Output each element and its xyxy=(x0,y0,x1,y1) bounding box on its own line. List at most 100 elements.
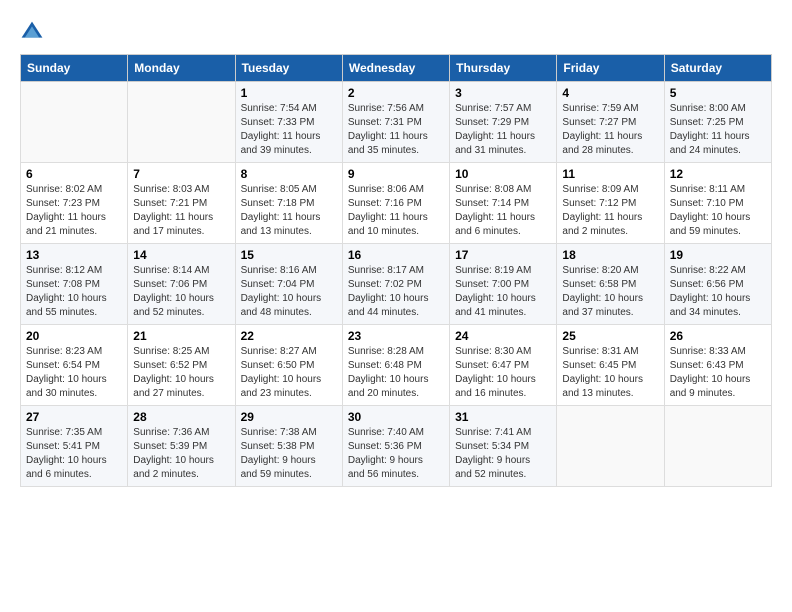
day-info: Sunrise: 8:23 AM Sunset: 6:54 PM Dayligh… xyxy=(26,345,122,401)
day-number: 10 xyxy=(455,167,551,181)
day-info: Sunrise: 7:35 AM Sunset: 5:41 PM Dayligh… xyxy=(26,426,122,482)
day-number: 12 xyxy=(670,167,766,181)
weekday-header-wednesday: Wednesday xyxy=(342,55,449,82)
calendar-cell: 29 Sunrise: 7:38 AM Sunset: 5:38 PM Dayli… xyxy=(235,406,342,487)
day-info: Sunrise: 8:12 AM Sunset: 7:08 PM Dayligh… xyxy=(26,264,122,320)
day-info: Sunrise: 8:16 AM Sunset: 7:04 PM Dayligh… xyxy=(241,264,337,320)
day-info: Sunrise: 7:38 AM Sunset: 5:38 PM Dayligh… xyxy=(241,426,337,482)
day-info: Sunrise: 8:25 AM Sunset: 6:52 PM Dayligh… xyxy=(133,345,229,401)
calendar-cell: 3 Sunrise: 7:57 AM Sunset: 7:29 PM Daylig… xyxy=(450,82,557,163)
calendar-cell: 27 Sunrise: 7:35 AM Sunset: 5:41 PM Dayli… xyxy=(21,406,128,487)
calendar-cell xyxy=(557,406,664,487)
day-info: Sunrise: 7:59 AM Sunset: 7:27 PM Dayligh… xyxy=(562,102,658,158)
day-info: Sunrise: 8:33 AM Sunset: 6:43 PM Dayligh… xyxy=(670,345,766,401)
day-info: Sunrise: 8:19 AM Sunset: 7:00 PM Dayligh… xyxy=(455,264,551,320)
day-info: Sunrise: 8:05 AM Sunset: 7:18 PM Dayligh… xyxy=(241,183,337,239)
day-info: Sunrise: 8:20 AM Sunset: 6:58 PM Dayligh… xyxy=(562,264,658,320)
day-info: Sunrise: 8:22 AM Sunset: 6:56 PM Dayligh… xyxy=(670,264,766,320)
weekday-header-friday: Friday xyxy=(557,55,664,82)
calendar-cell: 18 Sunrise: 8:20 AM Sunset: 6:58 PM Dayli… xyxy=(557,244,664,325)
weekday-header-row: SundayMondayTuesdayWednesdayThursdayFrid… xyxy=(21,55,772,82)
weekday-header-tuesday: Tuesday xyxy=(235,55,342,82)
day-info: Sunrise: 7:40 AM Sunset: 5:36 PM Dayligh… xyxy=(348,426,444,482)
day-number: 7 xyxy=(133,167,229,181)
calendar-cell: 21 Sunrise: 8:25 AM Sunset: 6:52 PM Dayli… xyxy=(128,325,235,406)
calendar-week-5: 27 Sunrise: 7:35 AM Sunset: 5:41 PM Dayli… xyxy=(21,406,772,487)
calendar-week-1: 1 Sunrise: 7:54 AM Sunset: 7:33 PM Daylig… xyxy=(21,82,772,163)
day-info: Sunrise: 7:57 AM Sunset: 7:29 PM Dayligh… xyxy=(455,102,551,158)
calendar-week-2: 6Sunrise: 8:02 AM Sunset: 7:23 PM Daylig… xyxy=(21,163,772,244)
weekday-header-sunday: Sunday xyxy=(21,55,128,82)
calendar-cell: 10 Sunrise: 8:08 AM Sunset: 7:14 PM Dayli… xyxy=(450,163,557,244)
day-number: 14 xyxy=(133,248,229,262)
day-info: Sunrise: 8:31 AM Sunset: 6:45 PM Dayligh… xyxy=(562,345,658,401)
day-number: 6 xyxy=(26,167,122,181)
day-info: Sunrise: 7:41 AM Sunset: 5:34 PM Dayligh… xyxy=(455,426,551,482)
day-number: 15 xyxy=(241,248,337,262)
day-number: 5 xyxy=(670,86,766,100)
day-info: Sunrise: 7:54 AM Sunset: 7:33 PM Dayligh… xyxy=(241,102,337,158)
calendar-cell: 20 Sunrise: 8:23 AM Sunset: 6:54 PM Dayli… xyxy=(21,325,128,406)
calendar-cell: 19 Sunrise: 8:22 AM Sunset: 6:56 PM Dayli… xyxy=(664,244,771,325)
calendar-cell: 5 Sunrise: 8:00 AM Sunset: 7:25 PM Daylig… xyxy=(664,82,771,163)
day-number: 30 xyxy=(348,410,444,424)
day-number: 16 xyxy=(348,248,444,262)
calendar-cell: 28 Sunrise: 7:36 AM Sunset: 5:39 PM Dayli… xyxy=(128,406,235,487)
day-number: 19 xyxy=(670,248,766,262)
calendar-cell: 16Sunrise: 8:17 AM Sunset: 7:02 PM Dayli… xyxy=(342,244,449,325)
day-number: 13 xyxy=(26,248,122,262)
day-info: Sunrise: 7:56 AM Sunset: 7:31 PM Dayligh… xyxy=(348,102,444,158)
day-number: 27 xyxy=(26,410,122,424)
calendar-cell: 2 Sunrise: 7:56 AM Sunset: 7:31 PM Daylig… xyxy=(342,82,449,163)
logo-icon xyxy=(20,20,44,44)
day-number: 31 xyxy=(455,410,551,424)
day-number: 18 xyxy=(562,248,658,262)
day-info: Sunrise: 8:03 AM Sunset: 7:21 PM Dayligh… xyxy=(133,183,229,239)
calendar-cell: 12 Sunrise: 8:11 AM Sunset: 7:10 PM Dayli… xyxy=(664,163,771,244)
day-number: 23 xyxy=(348,329,444,343)
calendar-cell: 22 Sunrise: 8:27 AM Sunset: 6:50 PM Dayli… xyxy=(235,325,342,406)
calendar-cell xyxy=(664,406,771,487)
day-number: 8 xyxy=(241,167,337,181)
calendar-cell: 8 Sunrise: 8:05 AM Sunset: 7:18 PM Daylig… xyxy=(235,163,342,244)
calendar-body: 1 Sunrise: 7:54 AM Sunset: 7:33 PM Daylig… xyxy=(21,82,772,487)
calendar-cell: 31 Sunrise: 7:41 AM Sunset: 5:34 PM Dayli… xyxy=(450,406,557,487)
day-info: Sunrise: 7:36 AM Sunset: 5:39 PM Dayligh… xyxy=(133,426,229,482)
day-number: 29 xyxy=(241,410,337,424)
calendar-cell: 7 Sunrise: 8:03 AM Sunset: 7:21 PM Daylig… xyxy=(128,163,235,244)
day-number: 28 xyxy=(133,410,229,424)
day-number: 3 xyxy=(455,86,551,100)
day-number: 11 xyxy=(562,167,658,181)
day-number: 2 xyxy=(348,86,444,100)
weekday-header-monday: Monday xyxy=(128,55,235,82)
day-number: 21 xyxy=(133,329,229,343)
calendar-cell: 11Sunrise: 8:09 AM Sunset: 7:12 PM Dayli… xyxy=(557,163,664,244)
calendar-cell: 9Sunrise: 8:06 AM Sunset: 7:16 PM Daylig… xyxy=(342,163,449,244)
day-info: Sunrise: 8:08 AM Sunset: 7:14 PM Dayligh… xyxy=(455,183,551,239)
calendar-cell: 30 Sunrise: 7:40 AM Sunset: 5:36 PM Dayli… xyxy=(342,406,449,487)
day-number: 4 xyxy=(562,86,658,100)
day-number: 20 xyxy=(26,329,122,343)
page-header xyxy=(20,20,772,44)
calendar-cell: 14Sunrise: 8:14 AM Sunset: 7:06 PM Dayli… xyxy=(128,244,235,325)
calendar-cell: 24Sunrise: 8:30 AM Sunset: 6:47 PM Dayli… xyxy=(450,325,557,406)
calendar-cell: 1 Sunrise: 7:54 AM Sunset: 7:33 PM Daylig… xyxy=(235,82,342,163)
day-info: Sunrise: 8:00 AM Sunset: 7:25 PM Dayligh… xyxy=(670,102,766,158)
calendar-cell: 26Sunrise: 8:33 AM Sunset: 6:43 PM Dayli… xyxy=(664,325,771,406)
calendar-cell: 25 Sunrise: 8:31 AM Sunset: 6:45 PM Dayli… xyxy=(557,325,664,406)
day-number: 1 xyxy=(241,86,337,100)
day-number: 25 xyxy=(562,329,658,343)
day-info: Sunrise: 8:06 AM Sunset: 7:16 PM Dayligh… xyxy=(348,183,444,239)
weekday-header-saturday: Saturday xyxy=(664,55,771,82)
day-number: 17 xyxy=(455,248,551,262)
day-info: Sunrise: 8:11 AM Sunset: 7:10 PM Dayligh… xyxy=(670,183,766,239)
calendar-cell xyxy=(128,82,235,163)
day-info: Sunrise: 8:30 AM Sunset: 6:47 PM Dayligh… xyxy=(455,345,551,401)
calendar-cell: 13 Sunrise: 8:12 AM Sunset: 7:08 PM Dayli… xyxy=(21,244,128,325)
calendar-cell: 4 Sunrise: 7:59 AM Sunset: 7:27 PM Daylig… xyxy=(557,82,664,163)
calendar-week-4: 20 Sunrise: 8:23 AM Sunset: 6:54 PM Dayli… xyxy=(21,325,772,406)
weekday-header-thursday: Thursday xyxy=(450,55,557,82)
day-number: 22 xyxy=(241,329,337,343)
day-info: Sunrise: 8:27 AM Sunset: 6:50 PM Dayligh… xyxy=(241,345,337,401)
calendar-cell: 15 Sunrise: 8:16 AM Sunset: 7:04 PM Dayli… xyxy=(235,244,342,325)
